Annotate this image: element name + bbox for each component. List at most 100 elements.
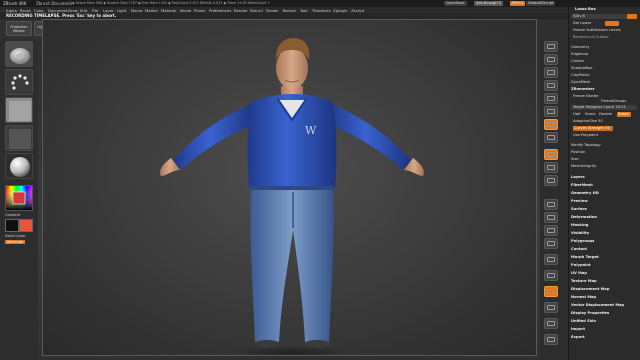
document-canvas[interactable]: W — [42, 19, 537, 356]
scroll-icon[interactable] — [544, 67, 558, 78]
xpose-icon[interactable] — [544, 318, 558, 329]
menu-edit[interactable]: Edit — [80, 8, 87, 13]
tray-item-crease[interactable]: Crease — [571, 59, 584, 64]
menu-file[interactable]: File — [92, 8, 98, 13]
subpalette-export[interactable]: Export — [571, 335, 585, 340]
stroke-thumbnail[interactable] — [5, 69, 33, 95]
lsym-icon[interactable] — [544, 162, 558, 173]
brush-thumbnail[interactable] — [5, 41, 33, 67]
color-picker[interactable] — [5, 185, 33, 211]
subpalette-polygroups[interactable]: Polygroups — [571, 239, 594, 244]
subpalette-import[interactable]: Import — [571, 327, 585, 332]
reconstruct-subdiv-button[interactable]: Reconstruct Subdiv — [573, 35, 609, 40]
subpalette-fibermesh[interactable]: FiberMesh — [571, 183, 593, 188]
zremesher-freeze-border[interactable]: Freeze Border — [573, 94, 599, 99]
subpalette-uv-map[interactable]: UV Map — [571, 271, 587, 276]
actual-icon[interactable] — [544, 93, 558, 104]
menu-tool[interactable]: Tool — [300, 8, 307, 13]
zremesher-freeze-groups[interactable]: FreezeGroups — [601, 99, 626, 104]
zremesher-same-button[interactable]: Same — [585, 112, 595, 117]
subpalette-morph-target[interactable]: Morph Target — [571, 255, 599, 260]
frame-icon[interactable] — [544, 199, 558, 210]
menu-stencil[interactable]: Stencil — [250, 8, 263, 13]
subpalette-geometry-hd[interactable]: Geometry HD — [571, 191, 599, 196]
secondary-color-swatch[interactable] — [19, 219, 33, 232]
menus-button[interactable]: Menus — [510, 1, 526, 6]
menu-texture[interactable]: Texture — [282, 8, 296, 13]
material-thumbnail[interactable] — [5, 153, 33, 179]
menu-document[interactable]: Document — [48, 8, 68, 13]
menu-macro[interactable]: Macro — [131, 8, 143, 13]
line-fill-icon[interactable] — [544, 254, 558, 265]
switch-color-label[interactable]: SwitchColor — [5, 234, 26, 238]
subpalette-vector-displacement-map[interactable]: Vector Displacement Map — [571, 303, 624, 308]
menu-brush[interactable]: Brush — [20, 8, 31, 13]
tray-item-dynamesh[interactable]: DynaMesh — [571, 80, 590, 85]
texture-thumbnail[interactable] — [5, 125, 33, 151]
aahalf-icon[interactable] — [544, 106, 558, 117]
menu-color[interactable]: Color — [34, 8, 44, 13]
character-model[interactable]: W — [43, 20, 537, 356]
alpha-thumbnail[interactable] — [5, 97, 33, 123]
subpalette-masking[interactable]: Masking — [571, 223, 588, 228]
alternate-button[interactable]: Alternate — [5, 240, 26, 244]
zoom-icon[interactable] — [544, 80, 558, 91]
floor-icon[interactable] — [544, 132, 558, 143]
quicksave-button[interactable]: QuickSave — [444, 1, 467, 6]
freeze-subdivision-button[interactable]: Freeze SubDivision Levels — [573, 28, 621, 33]
tray-item-claypolish[interactable]: ClayPolish — [571, 73, 590, 78]
menu-render[interactable]: Render — [234, 8, 248, 13]
menu-preferences[interactable]: Preferences — [209, 8, 231, 13]
scale-icon[interactable] — [544, 225, 558, 236]
tray-item-zremesher[interactable]: ZRemesher — [571, 87, 595, 92]
subpalette-visibility[interactable]: Visibility — [571, 231, 589, 236]
del-lower-button[interactable]: Del Lower — [573, 21, 591, 26]
persp-icon[interactable] — [544, 119, 558, 130]
tray-item-edgeloop[interactable]: Edgeloop — [571, 52, 588, 57]
menu-material[interactable]: Material — [161, 8, 176, 13]
subpalette-layers[interactable]: Layers — [571, 175, 585, 180]
menu-zplugin[interactable]: Zplugin — [333, 8, 347, 13]
subpalette-unified-skin[interactable]: Unified Skin — [571, 319, 596, 324]
spix-icon[interactable] — [544, 54, 558, 65]
zremesher-half-button[interactable]: Half — [573, 112, 580, 117]
tray-item-mesh-integrity[interactable]: MeshIntegrity — [571, 164, 596, 169]
subpalette-deformation[interactable]: Deformation — [571, 215, 597, 220]
menu-zscript[interactable]: Zscript — [351, 8, 364, 13]
solo-icon[interactable] — [544, 302, 558, 313]
xyz-icon[interactable] — [544, 175, 558, 186]
subpalette-contact[interactable]: Contact — [571, 247, 587, 252]
rotate-icon[interactable] — [544, 238, 558, 249]
tray-item-modify-topology[interactable]: Modify Topology — [571, 143, 601, 148]
bpr-icon[interactable] — [544, 41, 558, 52]
move-icon[interactable] — [544, 212, 558, 223]
subpalette-displacement-map[interactable]: Displacement Map — [571, 287, 609, 292]
subpalette-display-properties[interactable]: Display Properties — [571, 311, 609, 316]
see-through-slider[interactable]: See-through 0 — [474, 1, 503, 6]
del-higher-button[interactable] — [605, 21, 619, 26]
menu-light[interactable]: Light — [117, 8, 126, 13]
subpalette-texture-map[interactable]: Texture Map — [571, 279, 597, 284]
main-color-swatch[interactable] — [5, 219, 19, 232]
menu-stroke[interactable]: Stroke — [266, 8, 278, 13]
subpalette-normal-map[interactable]: Normal Map — [571, 295, 596, 300]
subpalette-preview[interactable]: Preview — [571, 199, 588, 204]
tray-item-position[interactable]: Position — [571, 150, 585, 155]
projection-master-button[interactable]: Projection Master — [6, 21, 32, 36]
gradient-label[interactable]: Gradient — [5, 213, 20, 217]
local-icon[interactable] — [544, 149, 558, 160]
subpalette-surface[interactable]: Surface — [571, 207, 587, 212]
dynamic-icon[interactable] — [544, 334, 558, 345]
subpalette-polypaint[interactable]: Polypaint — [571, 263, 591, 268]
menu-picker[interactable]: Picker — [194, 8, 205, 13]
menu-movie[interactable]: Movie — [180, 8, 191, 13]
menu-layer[interactable]: Layer — [103, 8, 114, 13]
menu-alpha[interactable]: Alpha — [6, 8, 17, 13]
use-polypaint-button[interactable]: Use Polypaint — [573, 133, 598, 138]
menu-marker[interactable]: Marker — [145, 8, 158, 13]
default-zscript-button[interactable]: DefaultZScript — [526, 1, 556, 6]
transp-icon[interactable] — [544, 270, 558, 281]
tray-item-geometry[interactable]: Geometry — [571, 45, 589, 50]
tray-item-shadowbox[interactable]: ShadowBox — [571, 66, 592, 71]
menu-transform[interactable]: Transform — [312, 8, 331, 13]
